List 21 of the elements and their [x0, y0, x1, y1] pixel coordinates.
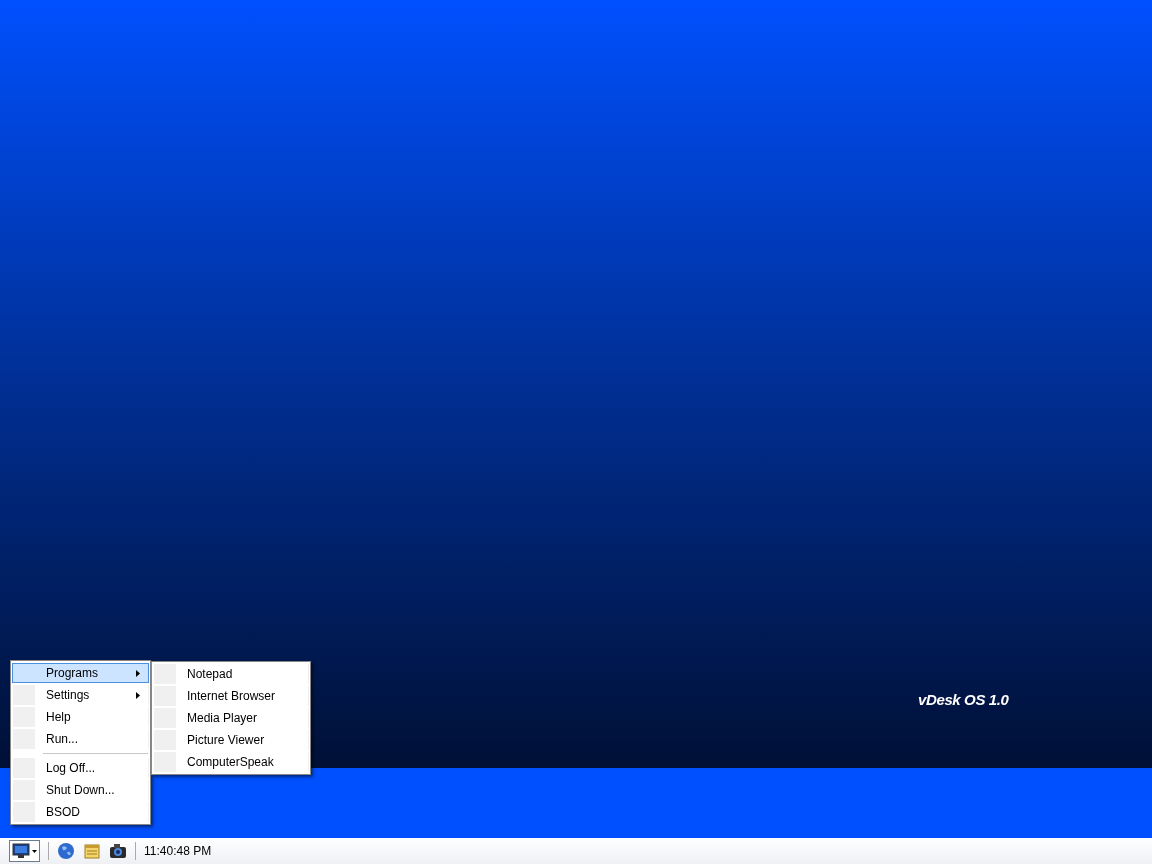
submenu-arrow-icon [136, 669, 140, 677]
menu-item[interactable]: Settings [12, 685, 149, 705]
menu-item[interactable]: Media Player [153, 708, 309, 728]
menu-item[interactable]: Help [12, 707, 149, 727]
caret-icon [32, 849, 37, 853]
menu-item[interactable]: Run... [12, 729, 149, 749]
menu-item[interactable]: Internet Browser [153, 686, 309, 706]
menu-item[interactable]: Picture Viewer [153, 730, 309, 750]
camera-icon[interactable] [109, 842, 127, 860]
submenu-arrow-icon [136, 691, 140, 699]
menu-item[interactable]: BSOD [12, 802, 149, 822]
monitor-icon [12, 843, 30, 859]
menu-item[interactable]: Programs [12, 663, 149, 683]
start-button[interactable] [9, 840, 40, 862]
desktop-caption: vDesk OS 1.0 [918, 690, 1009, 710]
menu-item[interactable]: Log Off... [12, 758, 149, 778]
globe-icon[interactable] [57, 842, 75, 860]
menu-item[interactable]: Notepad [153, 664, 309, 684]
clock: 11:40:48 PM [144, 843, 212, 860]
menu-item[interactable]: Shut Down... [12, 780, 149, 800]
menu-item[interactable]: ComputerSpeak [153, 752, 309, 772]
